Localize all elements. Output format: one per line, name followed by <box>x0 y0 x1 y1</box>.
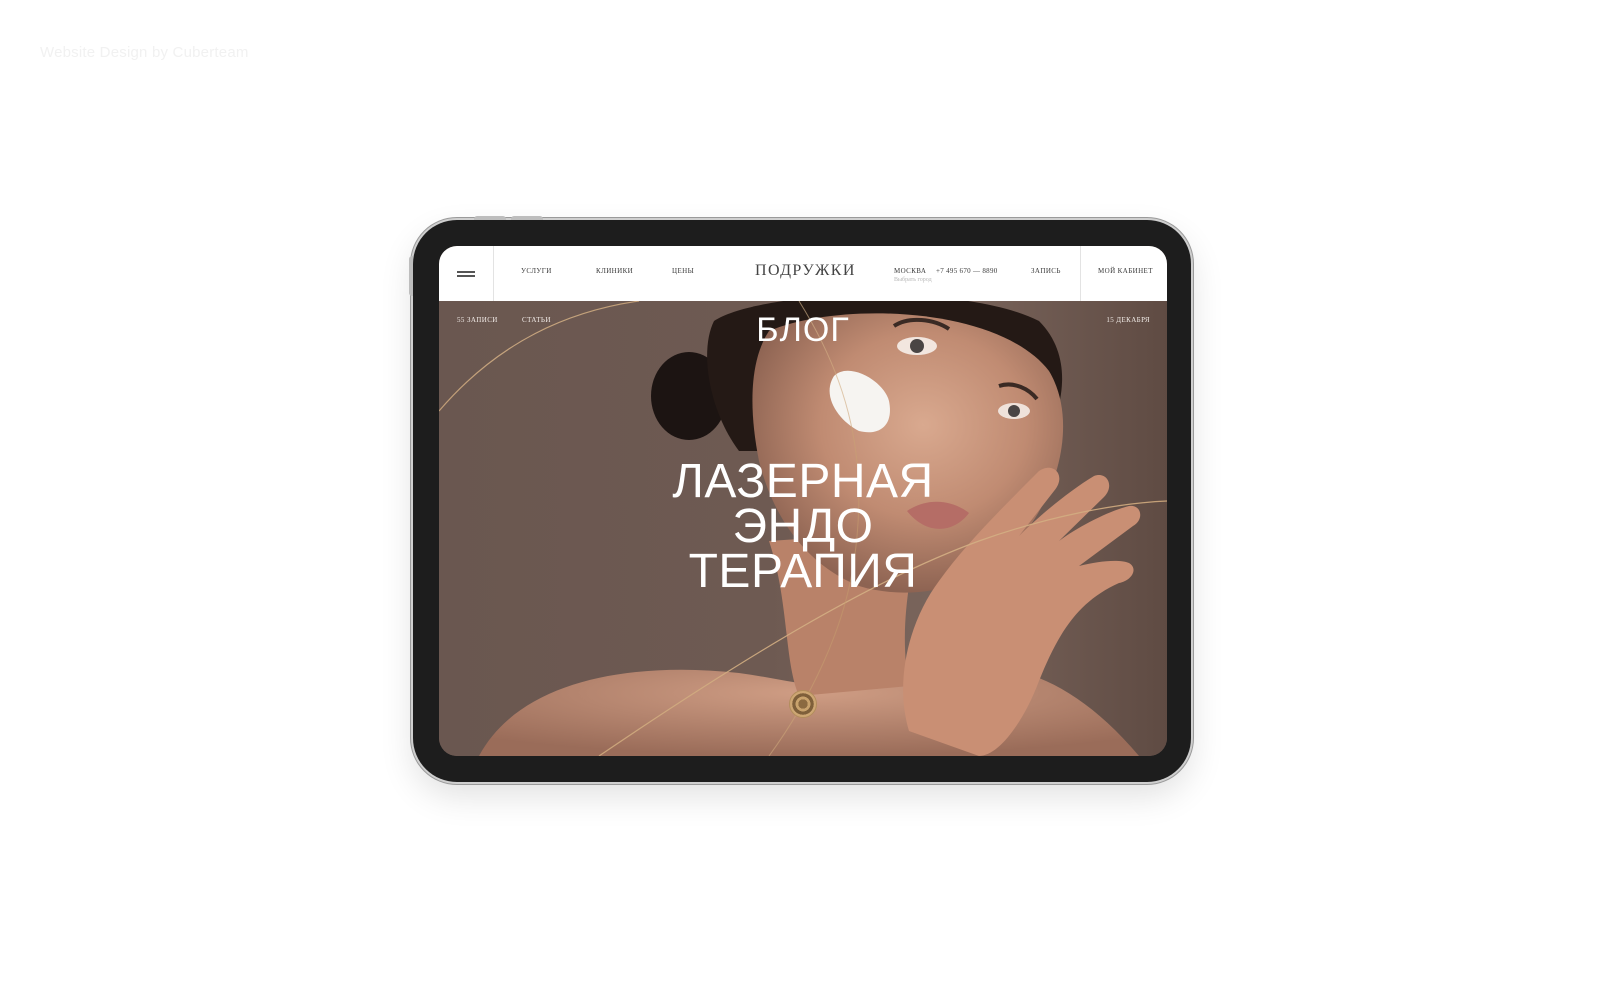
city-label: Москва <box>894 267 927 275</box>
headline-line: ТЕРАПИЯ <box>688 545 918 598</box>
headline-line: ЭНДО <box>732 500 874 553</box>
round-gold-emblem-icon[interactable] <box>789 690 817 718</box>
nav-link-clinics[interactable]: Клиники <box>596 267 633 275</box>
menu-bar <box>457 275 475 277</box>
signup-label: Запись <box>1031 267 1061 275</box>
menu-bar <box>457 271 475 273</box>
tablet-device: Услуги Клиники Цены ПОДРУЖКИ Москва Выбр… <box>409 216 1191 782</box>
signup-link[interactable]: Запись <box>1031 267 1061 275</box>
tablet-screen: Услуги Клиники Цены ПОДРУЖКИ Москва Выбр… <box>439 246 1167 756</box>
device-volume-button <box>511 216 543 220</box>
city-selector[interactable]: Москва <box>894 267 926 275</box>
section-title: БЛОГ <box>756 311 850 349</box>
site-logo[interactable]: ПОДРУЖКИ <box>755 262 856 280</box>
hero-banner: 55 записи Статьи 15 декабря БЛОГ ЛАЗЕРНА… <box>439 301 1167 756</box>
watermark-text: Website Design by Cuberteam <box>40 44 249 61</box>
my-account-button[interactable]: Мой кабинет <box>1080 246 1167 301</box>
site-header: Услуги Клиники Цены ПОДРУЖКИ Москва Выбр… <box>439 246 1167 301</box>
device-volume-button <box>474 216 506 220</box>
device-power-button <box>409 256 413 296</box>
phone-link[interactable]: +7 495 670 — 8890 <box>936 267 998 275</box>
article-headline[interactable]: ЛАЗЕРНАЯ ЭНДО ТЕРАПИЯ <box>439 455 1167 598</box>
my-account-text: Мой кабинет <box>1098 267 1153 275</box>
nav-link-services[interactable]: Услуги <box>521 267 552 275</box>
my-account-label: Мой кабинет <box>1098 267 1153 275</box>
city-hint[interactable]: Выбрать город <box>894 277 932 283</box>
hamburger-menu-icon[interactable] <box>439 246 494 301</box>
headline-line: ЛАЗЕРНАЯ <box>672 455 934 508</box>
nav-link-prices[interactable]: Цены <box>672 267 694 275</box>
